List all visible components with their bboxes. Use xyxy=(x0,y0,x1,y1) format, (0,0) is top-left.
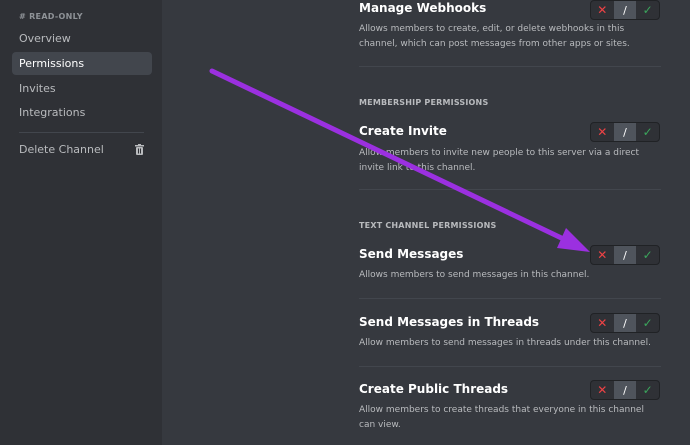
membership-permissions-label: MEMBERSHIP PERMISSIONS xyxy=(359,98,489,107)
send-in-threads-toggle: ✕ / ✓ xyxy=(590,313,660,333)
send-in-threads-desc: Allow members to send messages in thread… xyxy=(359,338,651,348)
allow-button[interactable]: ✓ xyxy=(636,381,659,399)
delete-channel-button[interactable]: Delete Channel xyxy=(12,138,152,161)
deny-button[interactable]: ✕ xyxy=(591,246,614,264)
row-divider xyxy=(359,298,661,299)
neutral-button[interactable]: / xyxy=(613,314,637,332)
send-in-threads-title: Send Messages in Threads xyxy=(359,315,540,329)
sidebar-divider xyxy=(19,132,144,133)
send-messages-title: Send Messages xyxy=(359,247,464,261)
deny-button[interactable]: ✕ xyxy=(591,314,614,332)
create-public-threads-desc: Allow members to create threads that eve… xyxy=(359,405,644,430)
create-public-threads-title: Create Public Threads xyxy=(359,382,509,396)
sidebar-item-label: Overview xyxy=(19,32,71,45)
sidebar-item-invites[interactable]: Invites xyxy=(12,77,152,100)
allow-button[interactable]: ✓ xyxy=(636,314,659,332)
sidebar-item-label: Permissions xyxy=(19,57,85,70)
deny-button[interactable]: ✕ xyxy=(591,1,614,19)
deny-button[interactable]: ✕ xyxy=(591,123,614,141)
allow-button[interactable]: ✓ xyxy=(636,123,659,141)
channel-name-header: # READ-ONLY xyxy=(19,12,83,21)
create-invite-title: Create Invite xyxy=(359,124,447,138)
row-divider xyxy=(359,189,661,190)
neutral-button[interactable]: / xyxy=(613,246,637,264)
manage-webhooks-title: Manage Webhooks xyxy=(359,1,487,15)
manage-webhooks-toggle: ✕ / ✓ xyxy=(590,0,660,20)
delete-channel-label: Delete Channel xyxy=(19,143,104,156)
row-divider xyxy=(359,366,661,367)
neutral-button[interactable]: / xyxy=(613,381,637,399)
create-invite-desc: Allow members to invite new people to th… xyxy=(359,148,639,173)
trash-icon xyxy=(135,144,144,155)
send-messages-desc: Allows members to send messages in this … xyxy=(359,270,590,280)
manage-webhooks-desc: Allows members to create, edit, or delet… xyxy=(359,24,630,49)
allow-button[interactable]: ✓ xyxy=(636,1,659,19)
neutral-button[interactable]: / xyxy=(613,123,637,141)
create-public-threads-toggle: ✕ / ✓ xyxy=(590,380,660,400)
sidebar-item-permissions[interactable]: Permissions xyxy=(12,52,152,75)
row-divider xyxy=(359,66,661,67)
settings-sidebar: # READ-ONLY Overview Permissions Invites… xyxy=(0,0,162,445)
send-messages-toggle: ✕ / ✓ xyxy=(590,245,660,265)
deny-button[interactable]: ✕ xyxy=(591,381,614,399)
neutral-button[interactable]: / xyxy=(613,1,637,19)
sidebar-item-integrations[interactable]: Integrations xyxy=(12,101,152,124)
sidebar-item-label: Invites xyxy=(19,82,56,95)
sidebar-item-label: Integrations xyxy=(19,106,86,119)
text-channel-permissions-label: TEXT CHANNEL PERMISSIONS xyxy=(359,221,497,230)
create-invite-toggle: ✕ / ✓ xyxy=(590,122,660,142)
allow-button[interactable]: ✓ xyxy=(636,246,659,264)
sidebar-item-overview[interactable]: Overview xyxy=(12,27,152,50)
